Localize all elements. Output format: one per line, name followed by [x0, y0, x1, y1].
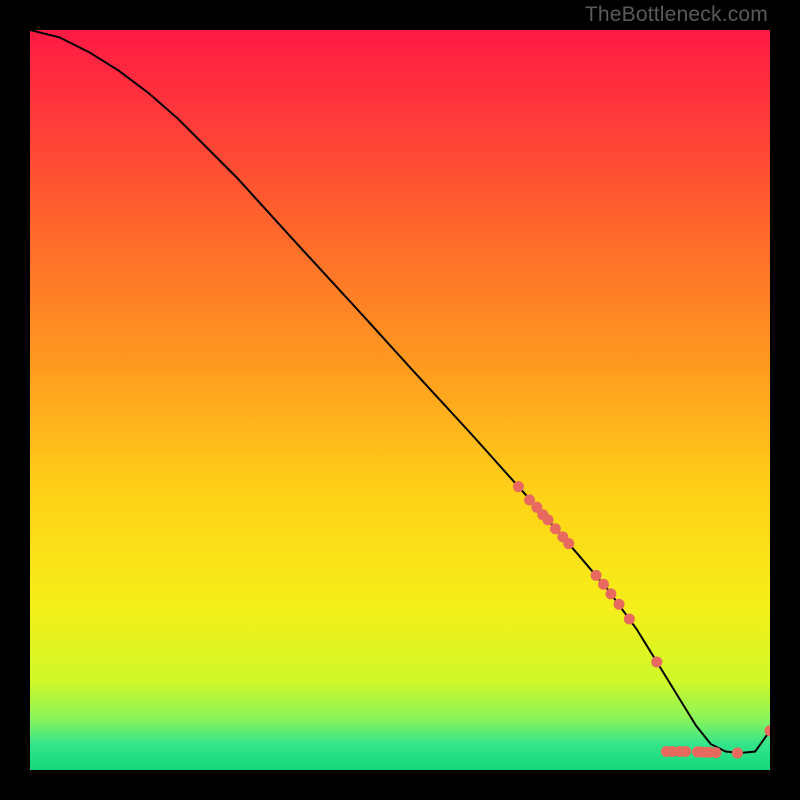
data-point — [651, 656, 662, 667]
data-point — [563, 538, 574, 549]
chart-container: TheBottleneck.com — [0, 0, 800, 800]
data-point — [598, 579, 609, 590]
data-point — [732, 747, 743, 758]
data-point — [710, 747, 721, 758]
data-point — [605, 588, 616, 599]
chart-svg — [30, 30, 770, 770]
data-point — [550, 523, 561, 534]
watermark-text: TheBottleneck.com — [585, 3, 768, 27]
data-point — [680, 746, 691, 757]
data-point — [543, 514, 554, 525]
data-point — [624, 614, 635, 625]
data-point — [591, 570, 602, 581]
data-point — [614, 599, 625, 610]
data-point — [513, 481, 524, 492]
